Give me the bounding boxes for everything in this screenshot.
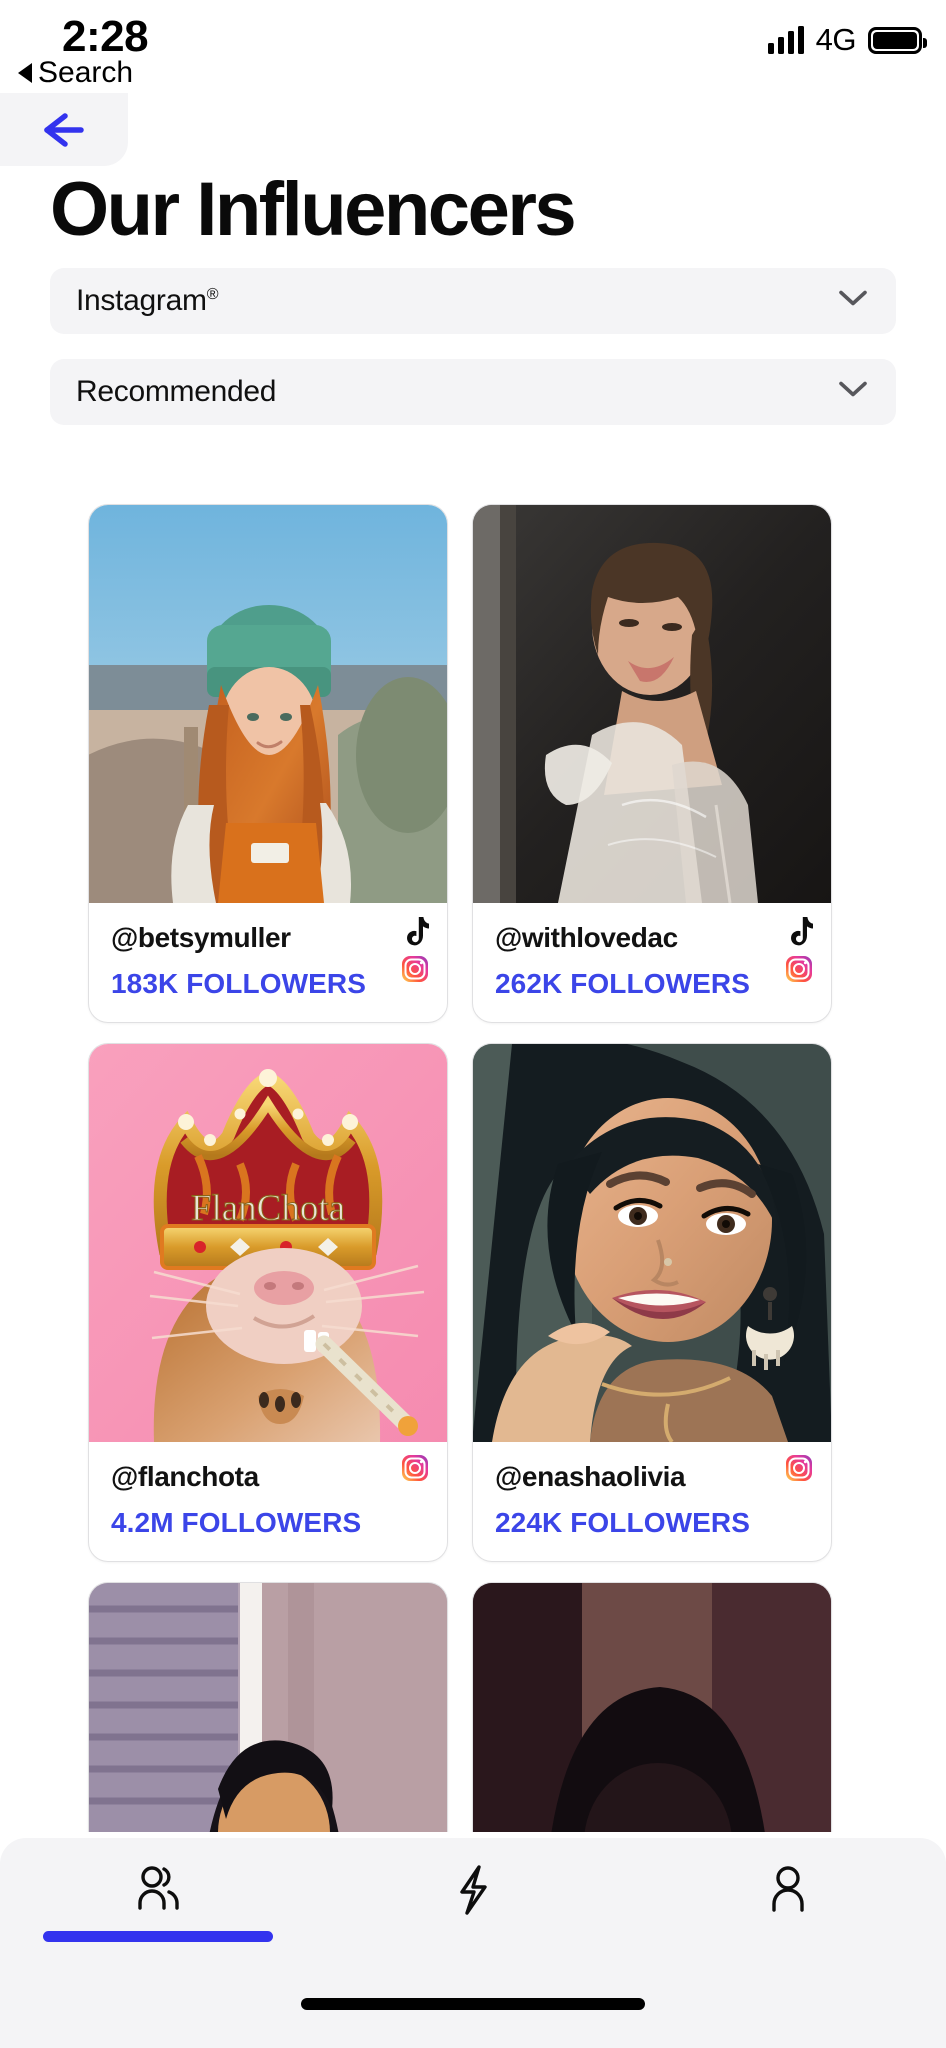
battery-icon xyxy=(868,26,927,54)
chevron-down-icon xyxy=(838,381,868,404)
bottom-tab-bar xyxy=(0,1838,946,2048)
influencer-followers: 4.2M FOLLOWERS xyxy=(111,1506,362,1538)
page-title: Our Influencers xyxy=(50,167,577,252)
social-icons xyxy=(401,915,429,983)
influencer-followers: 224K FOLLOWERS xyxy=(495,1506,750,1538)
social-icons xyxy=(785,1454,813,1482)
influencer-photo xyxy=(89,1583,447,1832)
status-bar: 2:28 Search 4G xyxy=(0,0,946,96)
svg-text:FlanChota: FlanChota xyxy=(191,1188,345,1229)
influencer-followers: 262K FOLLOWERS xyxy=(495,967,750,999)
influencer-card[interactable]: @enashaolivia 224K FOLLOWERS xyxy=(472,1043,832,1563)
sort-dropdown-label: Recommended xyxy=(76,375,277,408)
signal-strength-icon xyxy=(767,26,804,54)
influencer-followers: 183K FOLLOWERS xyxy=(111,967,366,999)
status-bar-back-label: Search xyxy=(38,56,134,89)
tab-influencers[interactable] xyxy=(0,1862,315,1942)
status-bar-indicators: 4G xyxy=(767,22,927,58)
lightning-bolt-icon xyxy=(443,1862,503,1918)
arrow-left-icon xyxy=(35,108,93,152)
instagram-icon[interactable] xyxy=(785,955,813,983)
influencer-grid[interactable]: @betsymuller 183K FOLLOWERS @withlovedac… xyxy=(0,502,946,1832)
influencer-card[interactable]: @withlovedac 262K FOLLOWERS xyxy=(472,504,832,1024)
platform-dropdown[interactable]: Instagram® xyxy=(50,268,896,334)
back-button[interactable] xyxy=(0,93,128,166)
tiktok-icon[interactable] xyxy=(785,915,813,947)
influencer-info: @flanchota 4.2M FOLLOWERS xyxy=(89,1442,447,1561)
tab-profile[interactable] xyxy=(631,1862,946,1918)
influencer-info: @betsymuller 183K FOLLOWERS xyxy=(89,903,447,1022)
influencer-card[interactable]: @betsymuller 183K FOLLOWERS xyxy=(88,504,448,1024)
instagram-icon[interactable] xyxy=(785,1454,813,1482)
status-bar-back-link[interactable]: Search xyxy=(18,56,133,90)
active-tab-indicator xyxy=(42,1931,273,1942)
influencer-photo: FlanChota xyxy=(89,1044,447,1443)
chevron-down-icon xyxy=(838,290,868,313)
influencer-card[interactable] xyxy=(472,1582,832,1832)
influencer-photo xyxy=(473,1583,831,1832)
influencer-handle: @enashaolivia xyxy=(495,1461,686,1493)
back-triangle-icon xyxy=(18,63,32,83)
influencer-handle: @withlovedac xyxy=(495,922,678,953)
instagram-icon[interactable] xyxy=(401,955,429,983)
person-icon xyxy=(758,1862,818,1918)
instagram-icon[interactable] xyxy=(401,1454,429,1482)
influencer-info: @withlovedac 262K FOLLOWERS xyxy=(473,903,831,1022)
influencer-card[interactable]: FlanChota @flanchota 4.2M FOLLOWERS xyxy=(88,1043,448,1563)
influencer-photo xyxy=(473,1044,831,1443)
influencer-card[interactable] xyxy=(88,1582,448,1832)
tiktok-icon[interactable] xyxy=(401,915,429,947)
people-icon xyxy=(128,1862,188,1918)
filter-section: Instagram® Recommended xyxy=(50,268,896,450)
influencer-handle: @betsymuller xyxy=(111,922,291,953)
tab-activity[interactable] xyxy=(315,1862,630,1918)
registered-mark: ® xyxy=(206,286,219,303)
status-bar-time: 2:28 xyxy=(62,12,149,61)
platform-dropdown-label: Instagram® xyxy=(76,284,219,317)
home-indicator xyxy=(301,1998,645,2010)
influencer-photo xyxy=(89,505,447,903)
influencer-handle: @flanchota xyxy=(111,1461,259,1493)
influencer-info: @enashaolivia 224K FOLLOWERS xyxy=(473,1442,831,1561)
social-icons xyxy=(785,915,813,983)
social-icons xyxy=(401,1454,429,1482)
network-type-label: 4G xyxy=(815,22,857,57)
influencer-photo xyxy=(473,505,831,903)
sort-dropdown[interactable]: Recommended xyxy=(50,359,896,425)
